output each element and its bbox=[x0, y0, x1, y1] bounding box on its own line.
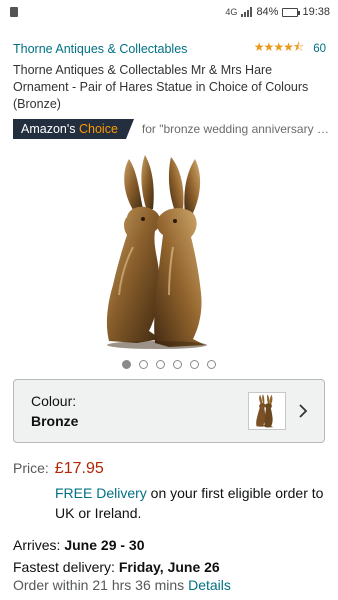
amazons-choice-context: for "bronze wedding anniversary g… bbox=[141, 122, 332, 136]
star-rating-icon: ★★★★⯪ bbox=[253, 40, 304, 54]
network-type-label: 4G bbox=[225, 7, 238, 17]
battery-icon bbox=[282, 7, 301, 17]
carousel-dot[interactable] bbox=[156, 360, 165, 369]
free-delivery-link[interactable]: FREE Delivery bbox=[55, 485, 147, 501]
colour-selector[interactable]: Colour: Bronze bbox=[13, 379, 325, 443]
arrives-label: Arrives: bbox=[13, 537, 65, 553]
product-title: Thorne Antiques & Collectables Mr & Mrs … bbox=[13, 63, 309, 111]
amazons-choice-row: Amazon's Choice for "bronze wedding anni… bbox=[0, 113, 338, 139]
badge-prefix: Amazon's bbox=[21, 122, 76, 136]
signal-strength-icon bbox=[241, 7, 253, 17]
carousel-dot[interactable] bbox=[122, 360, 131, 369]
colour-label: Colour: bbox=[31, 393, 77, 409]
rating-count[interactable]: 60 bbox=[313, 43, 326, 55]
price-row: Price: £17.95 bbox=[0, 443, 338, 478]
fastest-label: Fastest delivery: bbox=[13, 559, 119, 575]
sim-card-icon bbox=[10, 7, 18, 17]
status-right: 4G 84% 19:38 bbox=[225, 6, 330, 18]
colour-swatch-thumbnail[interactable] bbox=[248, 392, 286, 430]
amazons-choice-badge: Amazon's Choice bbox=[13, 119, 134, 139]
price-value: £17.95 bbox=[54, 460, 104, 477]
rating[interactable]: ★★★★⯪ 60 bbox=[254, 38, 326, 59]
arrives-dates: June 29 - 30 bbox=[64, 537, 145, 553]
price-label: Price: bbox=[13, 460, 49, 476]
colour-text: Colour: Bronze bbox=[31, 393, 248, 429]
badge-accent: Choice bbox=[78, 122, 118, 136]
colour-value: Bronze bbox=[31, 413, 79, 429]
delivery-info: FREE Delivery on your first eligible ord… bbox=[0, 478, 338, 523]
fastest-date: Friday, June 26 bbox=[118, 559, 220, 575]
fastest-delivery-info: Fastest delivery: Friday, June 26 bbox=[0, 553, 338, 575]
image-carousel-dots bbox=[0, 360, 338, 369]
hare-statue-image bbox=[106, 155, 207, 349]
swatch-hare-image bbox=[256, 394, 274, 428]
carousel-dot[interactable] bbox=[207, 360, 216, 369]
carousel-dot[interactable] bbox=[139, 360, 148, 369]
product-image[interactable] bbox=[0, 155, 338, 350]
clock: 19:38 bbox=[302, 6, 330, 18]
status-left bbox=[10, 7, 18, 17]
seller-rating-row: Thorne Antiques & Collectables ★★★★⯪ 60 bbox=[0, 24, 338, 59]
status-bar: 4G 84% 19:38 bbox=[0, 0, 338, 24]
seller-link[interactable]: Thorne Antiques & Collectables bbox=[13, 42, 187, 56]
order-within-text: Order within 21 hrs 36 mins bbox=[13, 577, 189, 593]
chevron-right-icon[interactable] bbox=[292, 400, 314, 422]
arrival-info: Arrives: June 29 - 30 bbox=[0, 523, 338, 553]
battery-percent: 84% bbox=[256, 6, 279, 18]
carousel-dot[interactable] bbox=[173, 360, 182, 369]
details-link[interactable]: Details bbox=[188, 577, 231, 593]
carousel-dot[interactable] bbox=[190, 360, 199, 369]
order-within-info: Order within 21 hrs 36 mins Details bbox=[0, 575, 338, 593]
